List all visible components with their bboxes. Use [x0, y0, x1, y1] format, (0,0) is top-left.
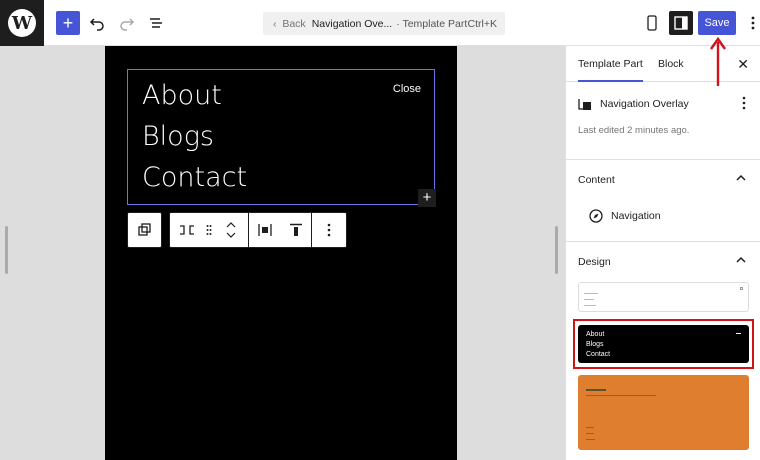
- nav-item-contact[interactable]: Contact: [142, 162, 247, 193]
- resize-handle-left[interactable]: [5, 226, 8, 274]
- chevron-up-icon[interactable]: [736, 174, 746, 182]
- preview-line: [586, 427, 594, 428]
- preview-close: [740, 287, 743, 290]
- more-options-icon[interactable]: [741, 11, 760, 35]
- block-inserter-button[interactable]: +: [418, 189, 436, 207]
- resize-handle-right[interactable]: [555, 226, 558, 274]
- preview-line: [586, 433, 594, 434]
- parent-selector[interactable]: [127, 212, 162, 248]
- divider: [566, 159, 760, 160]
- preview-contact: Contact: [586, 351, 611, 358]
- annotation-arrow: [710, 36, 726, 86]
- undo-icon[interactable]: [85, 11, 109, 35]
- navigation-block[interactable]: About Blogs Contact Close: [127, 69, 435, 205]
- align-top-icon[interactable]: [280, 213, 311, 247]
- shortcut-hint: Ctrl+K: [467, 17, 497, 30]
- preview-line: [586, 439, 595, 440]
- command-title: Navigation Ove...: [311, 17, 393, 30]
- preview-heading: [586, 389, 606, 391]
- design-pattern-black[interactable]: About Blogs Contact: [578, 325, 749, 363]
- preview-blogs: Blogs: [586, 341, 604, 348]
- more-options-icon[interactable]: [742, 96, 746, 110]
- design-pattern-white[interactable]: [578, 282, 749, 312]
- redo-icon[interactable]: [115, 11, 139, 35]
- settings-sidebar: Template Part Block ✕ Navigation Overlay…: [565, 46, 760, 460]
- add-block-button[interactable]: +: [56, 11, 80, 35]
- template-part-title: Navigation Overlay: [600, 98, 689, 110]
- close-icon[interactable]: ✕: [737, 56, 749, 73]
- navigation-transform-icon[interactable]: [170, 213, 204, 247]
- preview-line: [586, 395, 656, 396]
- content-panel-heading[interactable]: Content: [578, 174, 615, 186]
- command-subtitle: · Template Part: [396, 17, 468, 30]
- mobile-preview-icon[interactable]: [640, 11, 664, 35]
- template-part-icon[interactable]: [128, 213, 161, 247]
- wordpress-logo-icon: W: [8, 9, 36, 37]
- last-edited-text: Last edited 2 minutes ago.: [578, 125, 690, 136]
- chevron-up-icon[interactable]: [736, 256, 746, 264]
- navigation-item[interactable]: Navigation: [589, 209, 661, 223]
- navigation-label: Navigation: [611, 210, 661, 222]
- template-part-header: Navigation Overlay: [578, 95, 750, 113]
- template-part-icon: [578, 99, 591, 110]
- preview-line: [584, 293, 598, 294]
- block-toolbar: [169, 212, 347, 248]
- document-overview-icon[interactable]: [144, 11, 168, 35]
- drag-handle-icon[interactable]: [204, 213, 214, 247]
- justify-items-icon[interactable]: [249, 213, 280, 247]
- command-palette-bar[interactable]: ‹ Back Navigation Ove... · Template Part…: [263, 12, 505, 35]
- sidebar-tabs: Template Part Block ✕: [566, 46, 760, 82]
- design-pattern-orange[interactable]: [578, 375, 749, 450]
- save-button[interactable]: Save: [698, 11, 736, 35]
- nav-item-blogs[interactable]: Blogs: [142, 121, 214, 152]
- block-options-icon[interactable]: [312, 213, 346, 247]
- preview-about: About: [586, 331, 605, 338]
- navigation-compass-icon: [589, 209, 603, 223]
- design-panel-heading[interactable]: Design: [578, 256, 611, 268]
- back-link[interactable]: ‹ Back: [273, 18, 306, 30]
- preview-line: [584, 299, 594, 300]
- tab-template-part[interactable]: Template Part: [578, 46, 643, 82]
- overlay-close-link[interactable]: Close: [393, 83, 421, 95]
- preview-line: [584, 305, 596, 306]
- nav-item-about[interactable]: About: [142, 80, 222, 111]
- sidebar-toggle-icon[interactable]: [669, 11, 693, 35]
- tab-block[interactable]: Block: [658, 46, 684, 82]
- wordpress-logo-button[interactable]: W: [0, 0, 44, 46]
- divider: [566, 241, 760, 242]
- move-up-down-icon[interactable]: [214, 213, 248, 247]
- top-toolbar: W + ‹ Back Navigation Ove... · Template …: [0, 0, 760, 46]
- preview-close: [736, 333, 741, 334]
